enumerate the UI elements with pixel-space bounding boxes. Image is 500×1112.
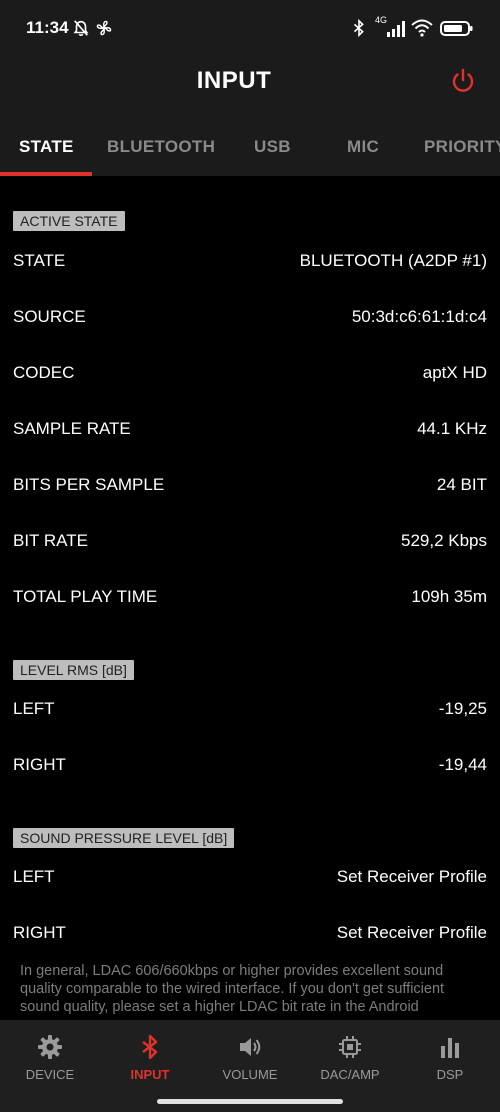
nav-label-volume: VOLUME [222,1067,278,1082]
ldac-note: In general, LDAC 606/660kbps or higher p… [20,963,445,1015]
tab-bar: STATE BLUETOOTH USB MIC PRIORITY [0,114,500,176]
row-value-rms-right: -19,44 [438,755,487,774]
row-label-sample-rate: SAMPLE RATE [13,419,131,438]
wifi-icon [411,19,433,37]
nav-input[interactable]: INPUT [100,1020,200,1090]
muted-bell-icon [73,20,89,37]
row-value-rms-left: -19,25 [438,699,487,718]
row-value-bit-rate: 529,2 Kbps [400,531,487,550]
nav-label-device: DEVICE [25,1067,75,1082]
row-value-spl-left[interactable]: Set Receiver Profile [337,867,487,887]
row-label-rms-right: RIGHT [13,755,66,774]
tab-state[interactable]: STATE [19,137,74,157]
section-title-active-state: ACTIVE STATE [13,211,125,231]
row-label-source: SOURCE [13,307,86,326]
row-value-source: 50:3d:c6:61:1d:c4 [351,307,487,326]
nav-label-dac-amp: DAC/AMP [320,1067,380,1082]
row-value-state: BLUETOOTH (A2DP #1) [299,251,487,270]
power-icon[interactable] [449,67,477,95]
tab-usb[interactable]: USB [254,137,291,157]
row-label-state: STATE [13,251,66,270]
status-bar: 11:34 4G [0,0,500,56]
section-title-level-rms: LEVEL RMS [dB] [13,660,134,680]
nav-label-dsp: DSP [436,1067,464,1082]
nav-dsp[interactable]: DSP [400,1020,500,1090]
nav-volume[interactable]: VOLUME [200,1020,300,1090]
nav-dac-amp[interactable]: DAC/AMP [300,1020,400,1090]
bars-chart-icon [441,1038,459,1058]
status-time: 11:34 [26,18,69,37]
tab-bluetooth[interactable]: BLUETOOTH [107,137,215,157]
row-label-total-play-time: TOTAL PLAY TIME [13,587,158,606]
tab-priority[interactable]: PRIORITY [424,137,500,157]
nav-device[interactable]: DEVICE [0,1020,100,1090]
page-title: INPUT [196,67,272,94]
row-value-total-play-time: 109h 35m [411,587,487,606]
app-header: INPUT [0,56,500,114]
row-label-rms-left: LEFT [13,699,55,718]
row-label-spl-right: RIGHT [13,923,66,942]
row-label-bit-rate: BIT RATE [13,531,88,550]
fan-icon [96,20,112,36]
tab-mic[interactable]: MIC [347,137,379,157]
bluetooth-icon [142,1034,158,1060]
gear-icon [38,1035,62,1059]
home-indicator[interactable] [157,1099,343,1104]
speaker-icon [240,1038,261,1056]
section-title-spl: SOUND PRESSURE LEVEL [dB] [13,828,235,848]
row-label-spl-left: LEFT [13,867,55,886]
row-value-codec: aptX HD [422,363,487,382]
chip-icon [339,1036,361,1058]
signal-icon [387,21,405,37]
row-label-bits-per-sample: BITS PER SAMPLE [13,475,165,494]
row-label-codec: CODEC [13,363,75,382]
bluetooth-icon [353,18,364,38]
row-value-spl-right[interactable]: Set Receiver Profile [337,923,487,943]
nav-label-input: INPUT [130,1067,170,1082]
battery-icon [440,21,473,36]
row-value-bits-per-sample: 24 BIT [436,475,487,494]
row-value-sample-rate: 44.1 KHz [417,419,487,438]
active-tab-indicator [0,172,92,176]
